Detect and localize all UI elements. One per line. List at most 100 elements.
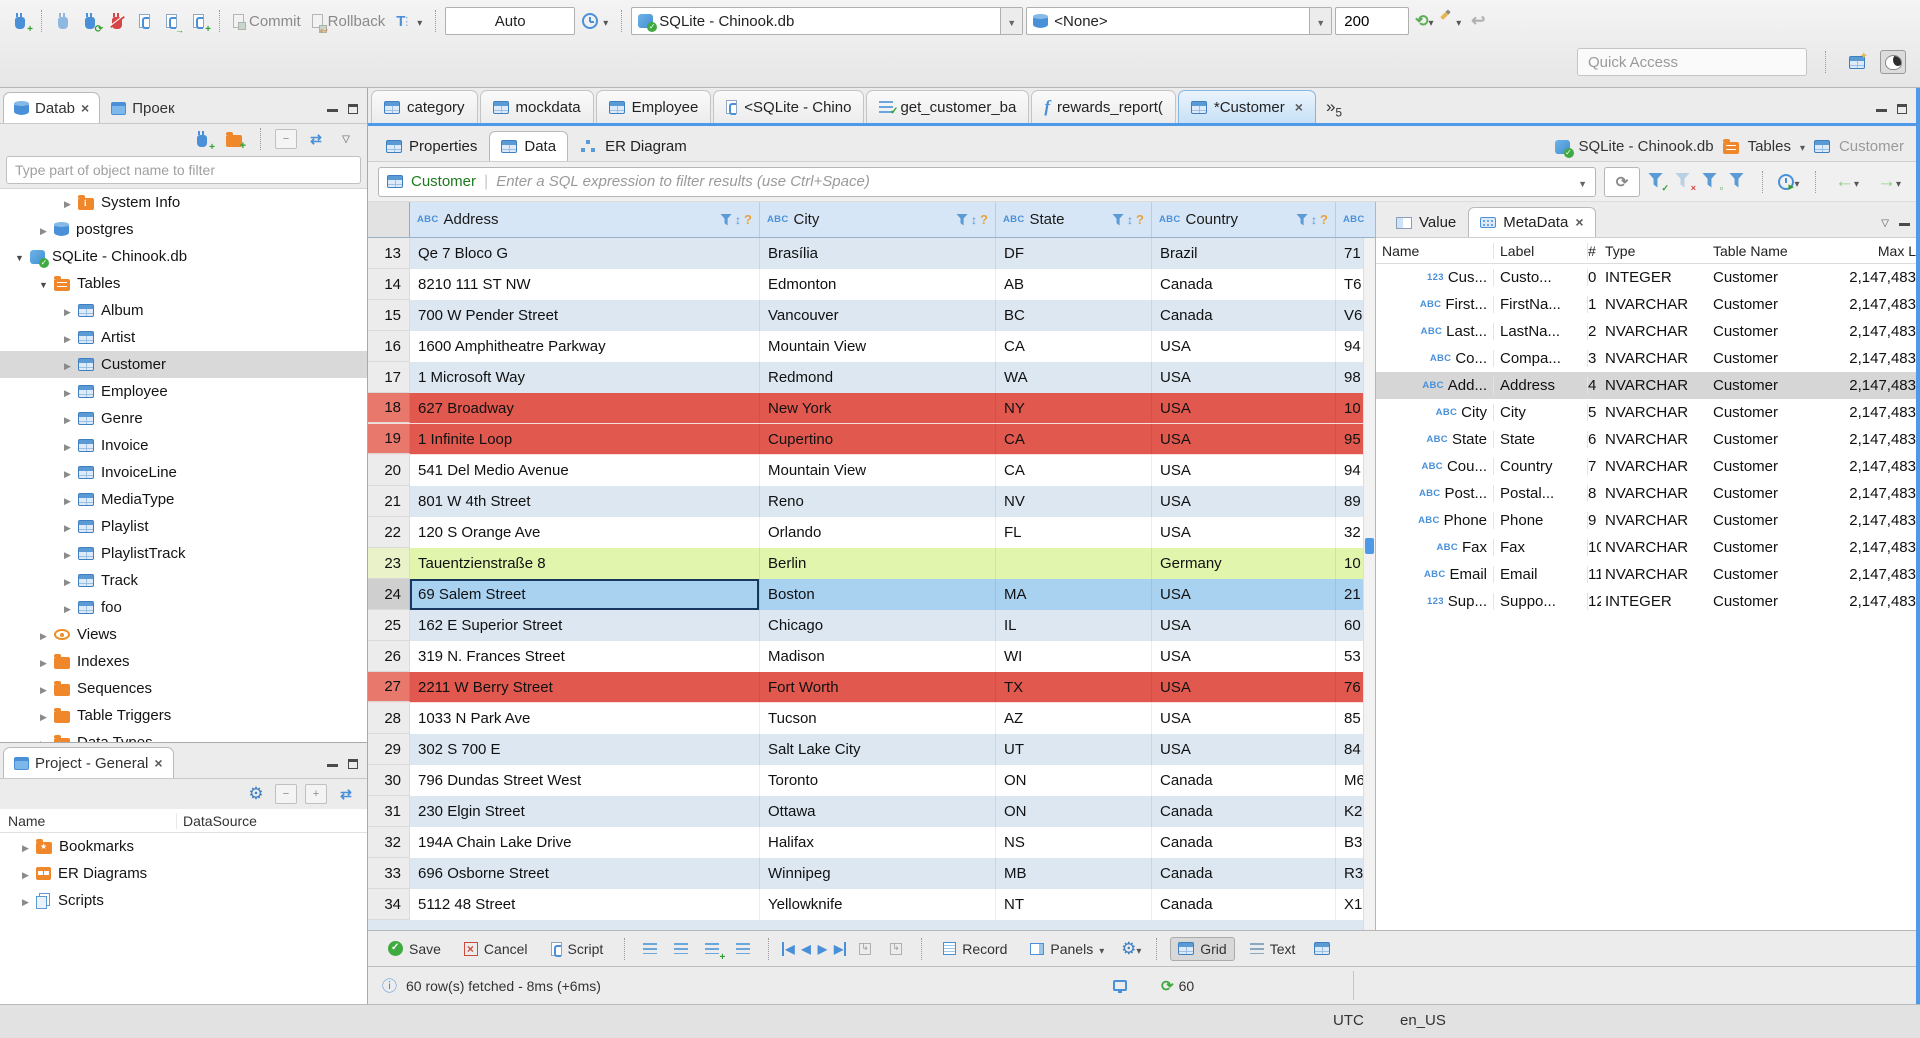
tree-item[interactable]: System Info [0,189,367,216]
open-sql-script-button[interactable] [159,9,183,33]
cell-city[interactable]: New York [760,393,996,423]
table-row[interactable]: 34 5112 48 Street Yellowknife NT Canada … [368,889,1375,920]
row-number[interactable]: 33 [368,858,410,889]
auto-refresh-status[interactable]: 60 [1161,977,1195,995]
expand-arrow[interactable] [60,545,75,562]
cell-address[interactable]: 700 W Pender Street [410,300,760,331]
close-icon[interactable] [154,755,162,772]
text-view-button[interactable]: Text [1242,937,1304,961]
fetch-previous-button[interactable]: ← [1830,170,1864,194]
tree-item[interactable]: foo [0,594,367,621]
cell-country[interactable]: Canada [1152,889,1336,920]
cell-address[interactable]: 162 E Superior Street [410,610,760,641]
tree-item[interactable]: Playlist [0,513,367,540]
last-row-button[interactable]: ▶ [834,941,847,956]
commit-button[interactable]: Commit [229,11,305,32]
cell-country[interactable]: Brazil [1152,238,1336,269]
cell-address[interactable]: Qe 7 Bloco G [410,238,760,269]
tree-item[interactable]: Genre [0,405,367,432]
cell-state[interactable] [996,548,1152,579]
expand-arrow[interactable] [60,194,75,211]
cell-state[interactable]: DF [996,238,1152,269]
schema-selector[interactable]: <None> [1026,7,1333,35]
disconnect-button[interactable] [105,9,129,33]
cell-country[interactable]: USA [1152,331,1336,362]
table-row[interactable]: 31 230 Elgin Street Ottawa ON Canada K2 [368,796,1375,827]
metadata-row[interactable]: ABC Email Email 11 NVARCHAR Customer 2,14… [1376,561,1916,588]
cell-city[interactable]: Madison [760,641,996,672]
schema-dropdown-button[interactable] [1309,8,1332,34]
cell-country[interactable]: USA [1152,517,1336,548]
cell-country[interactable]: USA [1152,424,1336,454]
record-button[interactable]: Record [935,937,1015,961]
table-row[interactable]: 17 1 Microsoft Way Redmond WA USA 98 [368,362,1375,393]
row-number[interactable]: 31 [368,796,410,827]
cell-address[interactable]: 194A Chain Lake Drive [410,827,760,858]
column-filter-icon[interactable] [956,213,969,226]
table-row[interactable]: 13 Qe 7 Bloco G Brasília DF Brazil 71 [368,238,1375,269]
nav-new-connection-button[interactable] [190,127,214,151]
panel-menu-icon[interactable]: ▽ [1881,218,1889,229]
breadcrumb-db[interactable]: SQLite - Chinook.db [1579,138,1714,155]
row-number[interactable]: 29 [368,734,410,765]
cell-country[interactable]: USA [1152,610,1336,641]
reconnect-button[interactable] [78,9,102,33]
row-number[interactable]: 34 [368,889,410,920]
script-button[interactable]: Script [543,937,612,961]
custom-filter-button[interactable] [1729,172,1748,191]
row-number[interactable]: 19 [368,424,410,454]
cell-state[interactable]: CA [996,424,1152,454]
cell-state[interactable]: WA [996,362,1152,393]
column-name[interactable]: Name [0,813,176,829]
col-label[interactable]: Label [1494,242,1588,259]
table-row[interactable]: 28 1033 N Park Ave Tucson AZ USA 85 [368,703,1375,734]
remove-filter-button[interactable]: × [1675,172,1696,192]
maximize-icon[interactable] [1897,104,1907,114]
expand-arrow[interactable] [60,518,75,535]
cell-address[interactable]: 801 W 4th Street [410,486,760,517]
cell-city[interactable]: Mountain View [760,331,996,362]
metadata-row[interactable]: ABC Cou... Country 7 NVARCHAR Customer 2,… [1376,453,1916,480]
row-number[interactable]: 15 [368,300,410,331]
expand-all-button[interactable]: + [305,784,327,804]
cell-country[interactable]: Canada [1152,796,1336,827]
cell-city[interactable]: Reno [760,486,996,517]
tree-item[interactable]: postgres [0,216,367,243]
tree-item[interactable]: Tables [0,270,367,297]
tab-metadata[interactable]: MetaData [1468,207,1596,237]
cell-city[interactable]: Cupertino [760,424,996,454]
tab-projects[interactable]: Проек [100,92,185,123]
expand-arrow[interactable] [60,464,75,481]
row-number[interactable]: 18 [368,393,410,423]
new-connection-button[interactable] [8,9,32,33]
row-number[interactable]: 26 [368,641,410,672]
cell-address[interactable]: 5112 48 Street [410,889,760,920]
expand-arrow[interactable] [36,653,51,670]
cell-city[interactable]: Vancouver [760,300,996,331]
cell-address[interactable]: 1033 N Park Ave [410,703,760,734]
result-tab[interactable]: Data [489,131,569,161]
metadata-row[interactable]: 123 Cus... Custo... 0 INTEGER Customer 2,… [1376,264,1916,291]
col-name[interactable]: Name [1376,242,1494,259]
tab-database-navigator[interactable]: Datab [3,92,101,123]
table-row[interactable]: 29 302 S 700 E Salt Lake City UT USA 84 [368,734,1375,765]
maximize-icon[interactable] [348,104,358,114]
cell-city[interactable]: Orlando [760,517,996,548]
cell-state[interactable]: AZ [996,703,1152,734]
cell-country[interactable]: USA [1152,579,1336,610]
cell-address[interactable]: 120 S Orange Ave [410,517,760,548]
expand-arrow[interactable] [36,734,51,742]
cell-address[interactable]: 302 S 700 E [410,734,760,765]
driver-edit-button[interactable] [1439,9,1463,33]
cell-state[interactable]: IL [996,610,1152,641]
cell-address[interactable]: 230 Elgin Street [410,796,760,827]
tx-auto-combo[interactable]: Auto [445,7,576,35]
cell-city[interactable]: Edmonton [760,269,996,300]
row-number[interactable]: 28 [368,703,410,734]
column-datasource[interactable]: DataSource [176,812,367,829]
column-filter-icon[interactable] [1112,213,1125,226]
row-number[interactable]: 23 [368,548,410,579]
result-tab[interactable]: Properties [374,131,489,161]
minimize-icon[interactable] [1899,221,1910,226]
dbeaver-perspective-button[interactable] [1880,50,1906,74]
